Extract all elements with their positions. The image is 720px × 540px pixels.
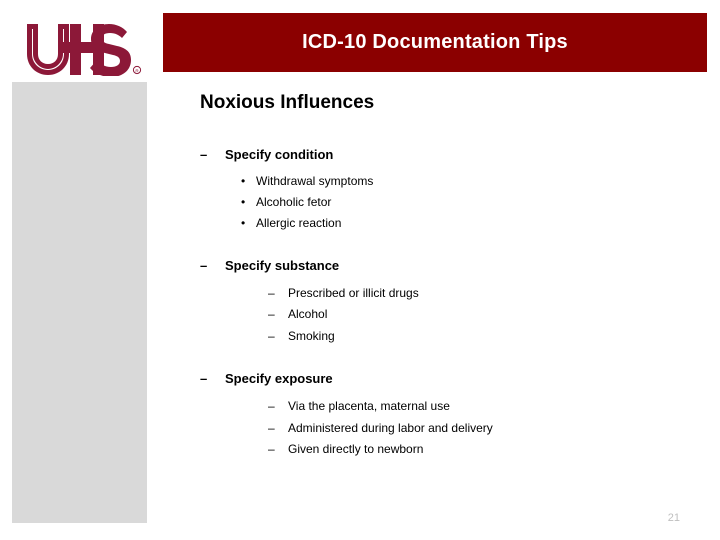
slide-content: Noxious Influences – Specify condition •… — [200, 92, 700, 464]
bullet-level1-label: Specify condition — [225, 146, 334, 162]
dash-bullet-icon: – — [268, 442, 275, 457]
dot-bullet-icon: • — [241, 215, 246, 230]
bullet-sublist: – Prescribed or illicit drugs – Alcohol … — [200, 286, 700, 345]
dot-bullet-icon: • — [241, 194, 246, 209]
bullet-level2-label: Alcoholic fetor — [256, 194, 332, 209]
content-heading: Noxious Influences — [200, 92, 375, 113]
bullet-level2-label: Withdrawal symptoms — [256, 174, 374, 189]
bullet-level2-label: Allergic reaction — [256, 215, 342, 230]
dash-bullet-icon: – — [200, 146, 208, 162]
bullet-level3-label: Via the placenta, maternal use — [288, 399, 450, 413]
bullet-level3-label: Administered during labor and delivery — [288, 420, 493, 435]
uhs-logo: R — [24, 18, 142, 76]
bullet-level3: – Alcohol — [268, 307, 700, 323]
bullet-level3-label: Prescribed or illicit drugs — [288, 285, 419, 300]
bullet-level3-label: Smoking — [288, 328, 335, 343]
dash-bullet-icon: – — [268, 285, 275, 300]
bullet-level3: – Prescribed or illicit drugs — [268, 286, 700, 302]
slide: R ICD-10 Documentation Tips Noxious Infl… — [0, 0, 720, 540]
bullet-level3: – Smoking — [268, 329, 700, 345]
bullet-level2: • Alcoholic fetor — [241, 195, 700, 211]
bullet-level2: • Withdrawal symptoms — [241, 174, 700, 190]
dash-bullet-icon: – — [268, 399, 275, 413]
bullet-level3: – Given directly to newborn — [268, 442, 700, 458]
bullet-level3-label: Given directly to newborn — [288, 442, 424, 457]
bullet-level3: – Administered during labor and delivery — [268, 421, 700, 437]
bullet-level1-label: Specify substance — [225, 258, 340, 274]
bullet-level3-label: Alcohol — [288, 307, 328, 322]
slide-title-bar: ICD-10 Documentation Tips — [163, 13, 707, 72]
dash-bullet-icon: – — [268, 307, 275, 322]
bullet-sublist: – Via the placenta, maternal use – Admin… — [200, 399, 700, 458]
dot-bullet-icon: • — [241, 174, 246, 189]
dash-bullet-icon: – — [200, 371, 208, 387]
bullet-group: – Specify exposure – Via the placenta, m… — [200, 370, 700, 457]
dash-bullet-icon: – — [200, 258, 208, 274]
bullet-level1: – Specify substance — [200, 257, 700, 275]
bullet-sublist: • Withdrawal symptoms • Alcoholic fetor … — [200, 174, 700, 231]
bullet-group: – Specify substance – Prescribed or illi… — [200, 257, 700, 344]
slide-title: ICD-10 Documentation Tips — [302, 31, 568, 53]
dash-bullet-icon: – — [268, 328, 275, 343]
side-panel — [12, 82, 147, 523]
bullet-level1: – Specify exposure — [200, 370, 700, 388]
svg-text:R: R — [135, 68, 139, 73]
dash-bullet-icon: – — [268, 420, 275, 435]
bullet-level1-label: Specify exposure — [225, 371, 333, 387]
bullet-group: – Specify condition • Withdrawal symptom… — [200, 146, 700, 231]
bullet-level3: – Via the placenta, maternal use — [268, 399, 700, 415]
bullet-level1: – Specify condition — [200, 146, 700, 164]
page-number: 21 — [667, 512, 680, 524]
bullet-level2: • Allergic reaction — [241, 216, 700, 232]
